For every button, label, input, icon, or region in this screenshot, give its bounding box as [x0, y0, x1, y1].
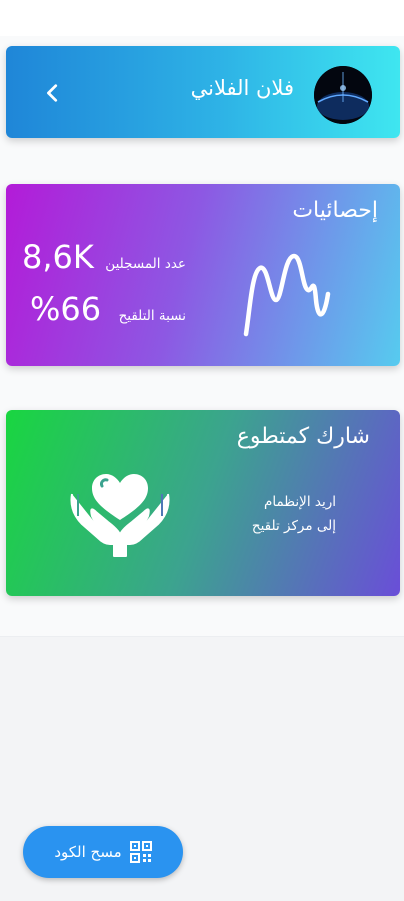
chevron-left-icon: [47, 84, 58, 102]
qr-code-icon: [129, 841, 152, 863]
scan-code-button[interactable]: مسح الكود: [23, 826, 183, 878]
back-button[interactable]: [38, 78, 68, 108]
volunteer-description-line1: اريد الإنظمام: [264, 494, 336, 510]
registered-count-value: 8,6K: [22, 238, 94, 276]
scan-code-label: مسح الكود: [54, 843, 122, 861]
avatar[interactable]: [314, 66, 372, 124]
profile-header-card: فلان الفلاني: [6, 46, 400, 138]
volunteer-description-line2: إلى مركز تلقيح: [251, 518, 336, 534]
vaccination-rate-label: نسبة التلقيح: [118, 308, 186, 324]
hands-heart-icon: [70, 474, 170, 557]
volunteer-title: شارك كمتطوع: [236, 424, 370, 449]
vaccination-rate-value: %66: [30, 290, 102, 328]
pulse-graph-icon: [243, 253, 331, 337]
user-name: فلان الفلاني: [190, 76, 294, 100]
registered-count-label: عدد المسجلين: [105, 256, 186, 272]
volunteer-description: اريد الإنظمام إلى مركز تلقيح: [252, 490, 336, 538]
statistics-card[interactable]: إحصائيات عدد المسجلين 8,6K نسبة التلقيح …: [6, 184, 400, 366]
top-bar-area: [0, 0, 404, 36]
statistics-title: إحصائيات: [292, 198, 378, 223]
planet-avatar-icon: [314, 66, 372, 124]
volunteer-card[interactable]: شارك كمتطوع اريد الإنظمام إلى مركز تلقيح: [6, 410, 400, 596]
